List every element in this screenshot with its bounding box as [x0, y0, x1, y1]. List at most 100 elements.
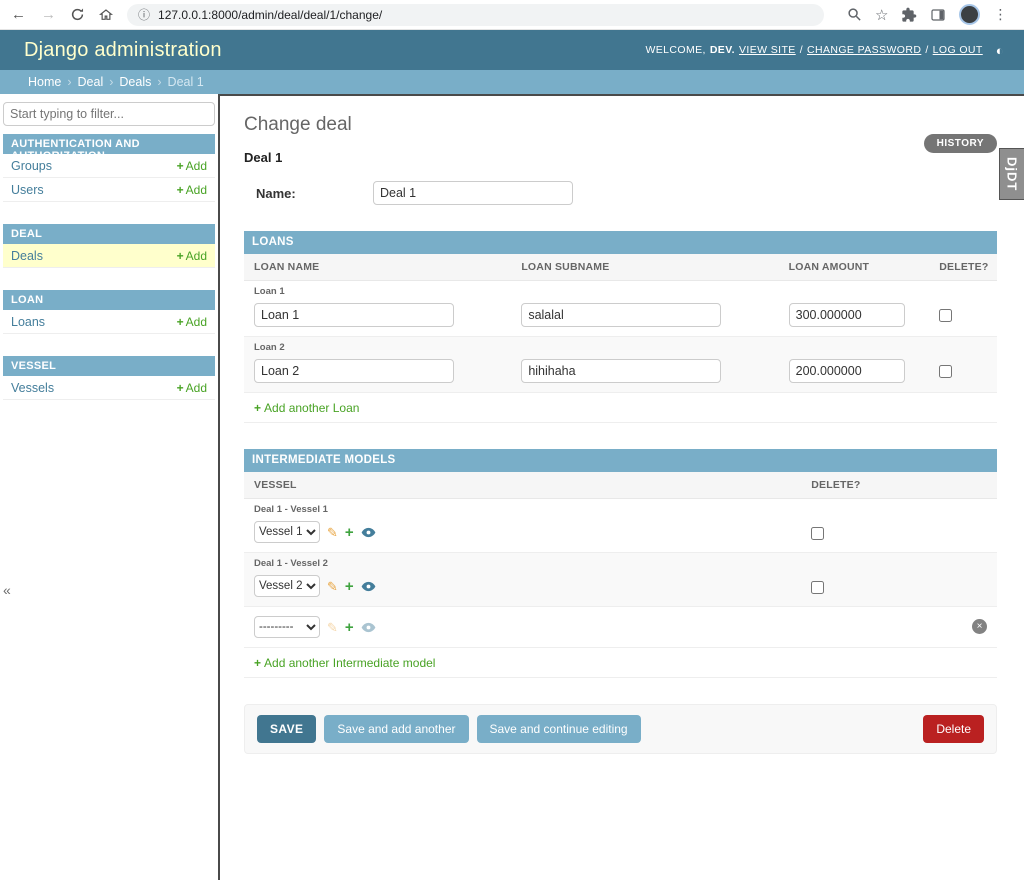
edit-related-icon[interactable]: ✎: [327, 621, 338, 634]
side-panel-icon[interactable]: [930, 7, 946, 23]
add-another-intermediate-link[interactable]: + Add another Intermediate model: [254, 656, 435, 670]
col-vessel: VESSEL: [244, 472, 802, 499]
sidebar-collapse-toggle[interactable]: «: [3, 582, 11, 598]
loan-amount-input[interactable]: [788, 303, 905, 327]
sidebar-item-users: Users + Add: [3, 178, 215, 202]
loan-row-1: Loan 1: [244, 280, 997, 337]
vessel-select[interactable]: Vessel 2: [254, 575, 320, 597]
loan-row-caption: Loan 1: [254, 286, 285, 297]
name-field[interactable]: [373, 181, 573, 205]
loan-name-input[interactable]: [254, 359, 454, 383]
log-out-link[interactable]: LOG OUT: [933, 44, 983, 56]
history-button[interactable]: HISTORY: [923, 134, 997, 153]
edit-related-icon[interactable]: ✎: [327, 526, 338, 539]
address-bar[interactable]: ⓘ 127.0.0.1:8000/admin/deal/deal/1/chang…: [127, 3, 824, 26]
admin-header: Django administration WELCOME, DEV. VIEW…: [0, 30, 1024, 70]
breadcrumb-deals-list[interactable]: Deals: [119, 75, 151, 89]
save-continue-button[interactable]: Save and continue editing: [476, 715, 641, 743]
loan-delete-checkbox[interactable]: [939, 365, 953, 378]
module-loan-caption[interactable]: LOAN: [3, 290, 215, 310]
view-related-icon[interactable]: [361, 581, 376, 592]
user-tools: WELCOME, DEV. VIEW SITE / CHANGE PASSWOR…: [645, 43, 1004, 58]
loans-add-link[interactable]: + Add: [177, 315, 207, 329]
intermediate-row-2: Deal 1 - Vessel 2 Vessel 2 ✎ +: [244, 552, 997, 607]
profile-avatar[interactable]: [959, 4, 981, 25]
deals-link[interactable]: Deals: [11, 249, 43, 263]
theme-toggle-icon[interactable]: ◐: [996, 43, 1004, 58]
vessels-add-link[interactable]: + Add: [177, 381, 207, 395]
loan-delete-checkbox[interactable]: [939, 309, 953, 322]
module-deal: DEAL Deals + Add: [3, 224, 215, 268]
plus-icon: +: [254, 401, 262, 415]
module-loan: LOAN Loans + Add: [3, 290, 215, 334]
view-related-icon[interactable]: [361, 622, 376, 633]
vessels-link[interactable]: Vessels: [11, 381, 54, 395]
extensions-icon[interactable]: [901, 7, 917, 23]
breadcrumb-separator: ›: [109, 75, 114, 89]
home-icon[interactable]: [98, 7, 114, 23]
add-related-icon[interactable]: +: [345, 525, 354, 540]
loan-row-2: Loan 2: [244, 336, 997, 393]
breadcrumb-current: Deal 1: [167, 75, 204, 89]
users-add-link[interactable]: + Add: [177, 183, 207, 197]
view-site-link[interactable]: VIEW SITE: [739, 44, 796, 56]
site-info-icon[interactable]: ⓘ: [138, 6, 150, 23]
main-content: Change deal HISTORY Deal 1 Name: LOANS L…: [218, 94, 1024, 880]
plus-icon: +: [176, 248, 184, 263]
users-link[interactable]: Users: [11, 183, 44, 197]
edit-related-icon[interactable]: ✎: [327, 580, 338, 593]
breadcrumb-home[interactable]: Home: [28, 75, 61, 89]
sidebar-item-vessels: Vessels + Add: [3, 376, 215, 400]
loan-subname-input[interactable]: [521, 303, 722, 327]
loans-link[interactable]: Loans: [11, 315, 45, 329]
remove-inline-row-icon[interactable]: ×: [972, 619, 987, 634]
module-auth-caption[interactable]: AUTHENTICATION AND AUTHORIZATION: [3, 134, 215, 162]
col-loan-name: LOAN NAME: [244, 254, 512, 281]
intermediate-delete-checkbox[interactable]: [811, 527, 825, 540]
bookmark-star-icon[interactable]: ☆: [875, 6, 888, 24]
view-related-icon[interactable]: [361, 527, 376, 538]
loans-header-row: LOAN NAME LOAN SUBNAME LOAN AMOUNT DELET…: [244, 254, 997, 281]
add-another-loan-link[interactable]: + Add another Loan: [254, 401, 359, 415]
reload-icon[interactable]: [70, 7, 85, 22]
loan-name-input[interactable]: [254, 303, 454, 327]
plus-icon: +: [176, 380, 184, 395]
back-icon[interactable]: ←: [10, 7, 27, 22]
add-related-icon[interactable]: +: [345, 579, 354, 594]
page-title: Change deal: [244, 114, 352, 135]
add-related-icon[interactable]: +: [345, 620, 354, 635]
breadcrumb-deal-app[interactable]: Deal: [78, 75, 104, 89]
search-icon[interactable]: [847, 7, 862, 22]
loan-subname-input[interactable]: [521, 359, 722, 383]
url-text: 127.0.0.1:8000/admin/deal/deal/1/change/: [158, 7, 383, 22]
intermediate-delete-checkbox[interactable]: [811, 581, 825, 594]
browser-menu-icon[interactable]: ⋮: [993, 6, 1007, 23]
module-auth: AUTHENTICATION AND AUTHORIZATION Groups …: [3, 134, 215, 202]
tools-separator: /: [799, 44, 804, 56]
object-tools: HISTORY: [923, 134, 997, 153]
intermediates-header-row: VESSEL DELETE?: [244, 472, 997, 499]
module-vessel-caption[interactable]: VESSEL: [3, 356, 215, 376]
sidebar-item-loans: Loans + Add: [3, 310, 215, 334]
sidebar-filter-input[interactable]: [3, 102, 215, 126]
col-loan-amount: LOAN AMOUNT: [778, 254, 930, 281]
module-deal-caption[interactable]: DEAL: [3, 224, 215, 244]
change-password-link[interactable]: CHANGE PASSWORD: [807, 44, 921, 56]
djdt-label: DjDT: [1004, 156, 1020, 192]
site-name-link[interactable]: Django administration: [24, 39, 222, 62]
name-label: Name:: [256, 185, 296, 201]
djdt-toolbar-handle[interactable]: DjDT: [999, 148, 1024, 200]
deals-add-link[interactable]: + Add: [177, 249, 207, 263]
save-button[interactable]: SAVE: [257, 715, 317, 743]
groups-link[interactable]: Groups: [11, 159, 52, 173]
save-add-another-button[interactable]: Save and add another: [324, 715, 469, 743]
submit-row: SAVE Save and add another Save and conti…: [244, 704, 997, 754]
groups-add-link[interactable]: + Add: [177, 159, 207, 173]
tools-separator: /: [925, 44, 929, 56]
vessel-select[interactable]: Vessel 1: [254, 521, 320, 543]
intermediate-row-caption: Deal 1 - Vessel 1: [254, 504, 328, 515]
vessel-select-empty[interactable]: ---------: [254, 616, 320, 638]
delete-button[interactable]: Delete: [923, 715, 984, 743]
loan-amount-input[interactable]: [788, 359, 905, 383]
forward-icon[interactable]: →: [40, 7, 57, 22]
